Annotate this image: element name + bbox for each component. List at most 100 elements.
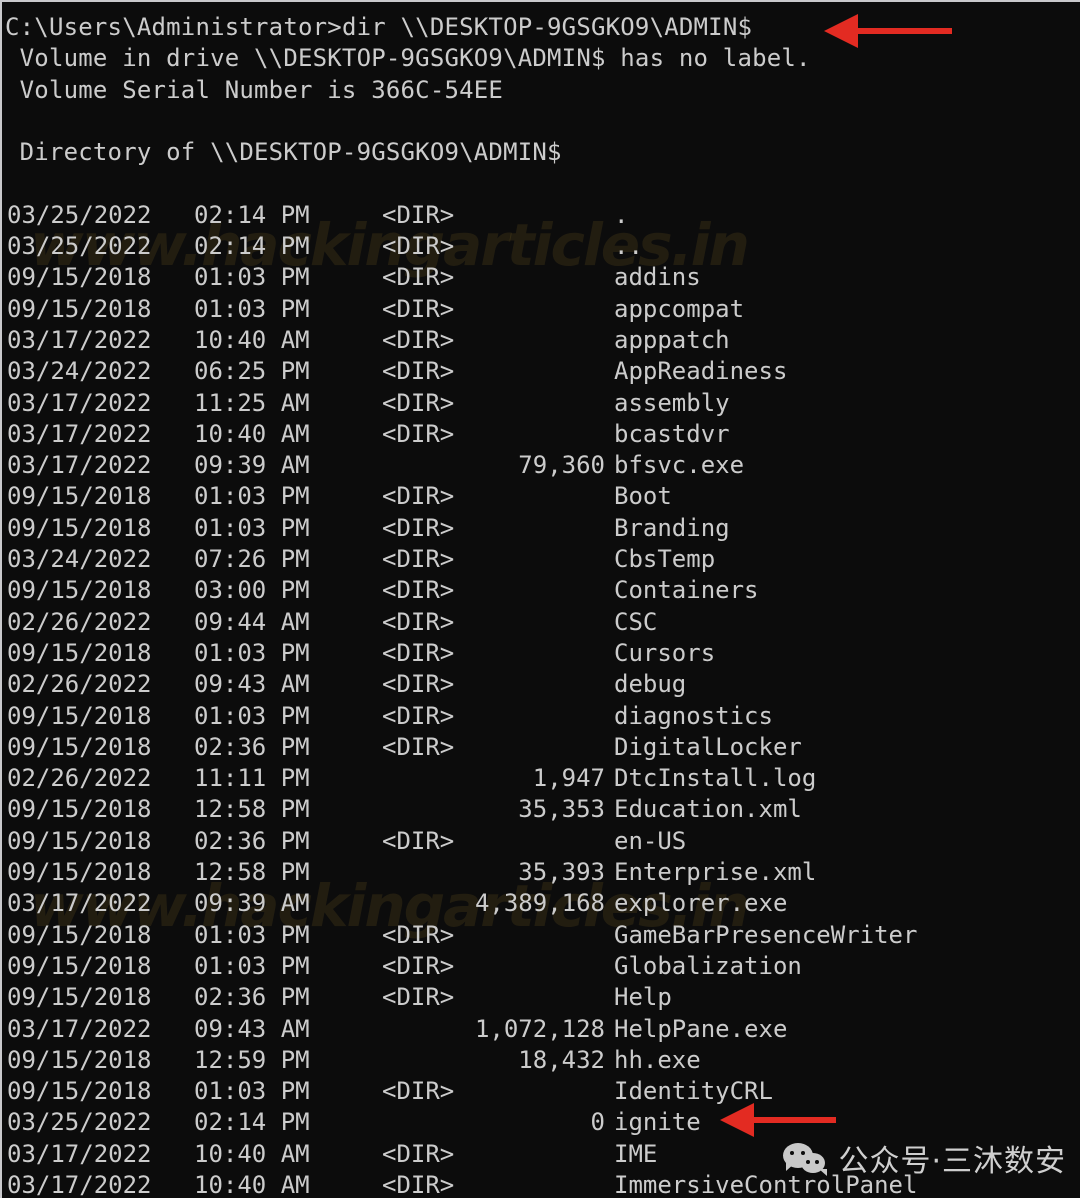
row-date: 02/26/2022 — [7, 607, 152, 636]
row-date: 03/24/2022 — [7, 545, 152, 574]
directory-of-line: Directory of \\DESKTOP-9GSGKO9\ADMIN$ — [5, 138, 562, 167]
table-row: 03/25/2022 02:14 PM <DIR>.. — [5, 231, 1080, 262]
row-name: AppReadiness — [614, 357, 788, 386]
row-time: 02:36 PM — [194, 983, 310, 1012]
row-time: 09:44 AM — [194, 607, 310, 636]
row-time: 10:40 AM — [194, 325, 310, 354]
table-row: 03/17/2022 10:40 AM <DIR> ImmersiveControlP… — [5, 1170, 1080, 1198]
table-row: 03/25/2022 02:14 PM <DIR>. — [5, 200, 1080, 231]
row-time: 01:03 PM — [194, 482, 310, 511]
row-name: CbsTemp — [614, 545, 716, 574]
row-dir-marker: <DIR> — [382, 607, 455, 636]
row-name: debug — [614, 670, 687, 699]
row-size: 18,432 — [518, 1045, 605, 1074]
row-dir-marker: <DIR> — [382, 357, 455, 386]
row-name: .. — [614, 232, 643, 261]
row-date: 09/15/2018 — [7, 638, 152, 667]
table-row: 03/17/2022 10:40 AM <DIR> IME — [5, 1139, 1080, 1170]
directory-listing: 03/25/2022 02:14 PM <DIR>. 03/25/2022 02:14 … — [5, 200, 1080, 1198]
table-row: 09/15/2018 02:36 PM <DIR> Help — [5, 982, 1080, 1013]
row-dir-marker: <DIR> — [382, 576, 455, 605]
command-text: dir \\DESKTOP-9GSGKO9\ADMIN$ — [341, 13, 753, 41]
row-date: 09/15/2018 — [7, 920, 152, 949]
row-date: 03/25/2022 — [7, 232, 152, 261]
row-dir-marker: <DIR> — [382, 513, 455, 542]
row-date: 09/15/2018 — [7, 795, 152, 824]
row-name: hh.exe — [614, 1045, 701, 1074]
row-time: 01:03 PM — [194, 951, 310, 980]
row-name: assembly — [614, 388, 730, 417]
table-row: 03/25/2022 02:14 PM 0 ignite — [5, 1107, 1080, 1138]
row-time: 01:03 PM — [194, 263, 310, 292]
table-row: 03/17/2022 09:39 AM 4,389,168 explorer.exe — [5, 888, 1080, 919]
row-name: HelpPane.exe — [614, 1014, 788, 1043]
row-time: 02:14 PM — [194, 232, 310, 261]
row-name: Branding — [614, 513, 730, 542]
row-time: 01:03 PM — [194, 701, 310, 730]
row-size: 1,072,128 — [474, 1014, 605, 1043]
row-dir-marker: <DIR> — [382, 983, 455, 1012]
row-name: ignite — [614, 1108, 701, 1137]
table-row: 09/15/2018 01:03 PM <DIR> appcompat — [5, 294, 1080, 325]
table-row: 09/15/2018 01:03 PM <DIR> GameBarPresenceWr… — [5, 920, 1080, 951]
row-name: addins — [614, 263, 701, 292]
command-prompt-window[interactable]: www.hackingarticles.in www.hackingarticl… — [0, 0, 1080, 1198]
row-date: 09/15/2018 — [7, 1045, 152, 1074]
table-row: 09/15/2018 02:36 PM <DIR> DigitalLocker — [5, 732, 1080, 763]
row-date: 09/15/2018 — [7, 826, 152, 855]
table-row: 09/15/2018 12:58 PM 35,353 Education.xml — [5, 794, 1080, 825]
row-date: 09/15/2018 — [7, 576, 152, 605]
row-dir-marker: <DIR> — [382, 1139, 455, 1168]
row-date: 03/17/2022 — [7, 388, 152, 417]
volume-label-line: Volume in drive \\DESKTOP-9GSGKO9\ADMIN$… — [5, 44, 811, 73]
row-time: 01:03 PM — [194, 638, 310, 667]
row-time: 10:40 AM — [194, 1139, 310, 1168]
row-size: 0 — [590, 1108, 605, 1137]
table-row: 09/15/2018 01:03 PM <DIR> Branding — [5, 513, 1080, 544]
table-row: 09/15/2018 12:59 PM 18,432 hh.exe — [5, 1045, 1080, 1076]
row-time: 02:36 PM — [194, 732, 310, 761]
row-date: 09/15/2018 — [7, 294, 152, 323]
table-row: 09/15/2018 02:36 PM <DIR> en-US — [5, 826, 1080, 857]
table-row: 03/17/2022 10:40 AM <DIR> bcastdvr — [5, 419, 1080, 450]
row-size: 35,353 — [518, 795, 605, 824]
row-size: 35,393 — [518, 858, 605, 887]
row-name: explorer.exe — [614, 889, 788, 918]
row-name: GameBarPresenceWriter — [614, 920, 918, 949]
row-dir-marker: <DIR> — [382, 1077, 455, 1106]
row-time: 01:03 PM — [194, 294, 310, 323]
row-name: bfsvc.exe — [614, 451, 745, 480]
row-time: 09:43 AM — [194, 1014, 310, 1043]
prompt-command-line: C:\Users\Administrator>dir \\DESKTOP-9GS… — [5, 12, 1080, 43]
table-row: 09/15/2018 01:03 PM <DIR> addins — [5, 262, 1080, 293]
row-date: 09/15/2018 — [7, 951, 152, 980]
row-time: 10:40 AM — [194, 419, 310, 448]
row-time: 06:25 PM — [194, 357, 310, 386]
table-row: 03/17/2022 11:25 AM <DIR> assembly — [5, 388, 1080, 419]
row-time: 12:58 PM — [194, 858, 310, 887]
row-date: 09/15/2018 — [7, 858, 152, 887]
row-time: 01:03 PM — [194, 513, 310, 542]
table-row: 09/15/2018 12:58 PM 35,393 Enterprise.xml — [5, 857, 1080, 888]
table-row: 09/15/2018 01:03 PM <DIR> diagnostics — [5, 701, 1080, 732]
row-dir-marker: <DIR> — [382, 545, 455, 574]
row-dir-marker: <DIR> — [382, 325, 455, 354]
row-name: Globalization — [614, 951, 802, 980]
row-date: 09/15/2018 — [7, 263, 152, 292]
row-date: 09/15/2018 — [7, 482, 152, 511]
row-name: IdentityCRL — [614, 1077, 773, 1106]
row-name: bcastdvr — [614, 419, 730, 448]
row-time: 01:03 PM — [194, 920, 310, 949]
row-dir-marker: <DIR> — [382, 419, 455, 448]
table-row: 02/26/2022 11:11 PM 1,947 DtcInstall.log — [5, 763, 1080, 794]
row-date: 03/24/2022 — [7, 357, 152, 386]
row-size: 4,389,168 — [474, 889, 605, 918]
row-dir-marker: <DIR> — [382, 482, 455, 511]
row-date: 03/25/2022 — [7, 200, 152, 229]
row-time: 11:25 AM — [194, 388, 310, 417]
row-name: Cursors — [614, 638, 716, 667]
console-text-area[interactable]: C:\Users\Administrator>dir \\DESKTOP-9GS… — [2, 2, 1080, 1198]
row-time: 09:39 AM — [194, 889, 310, 918]
